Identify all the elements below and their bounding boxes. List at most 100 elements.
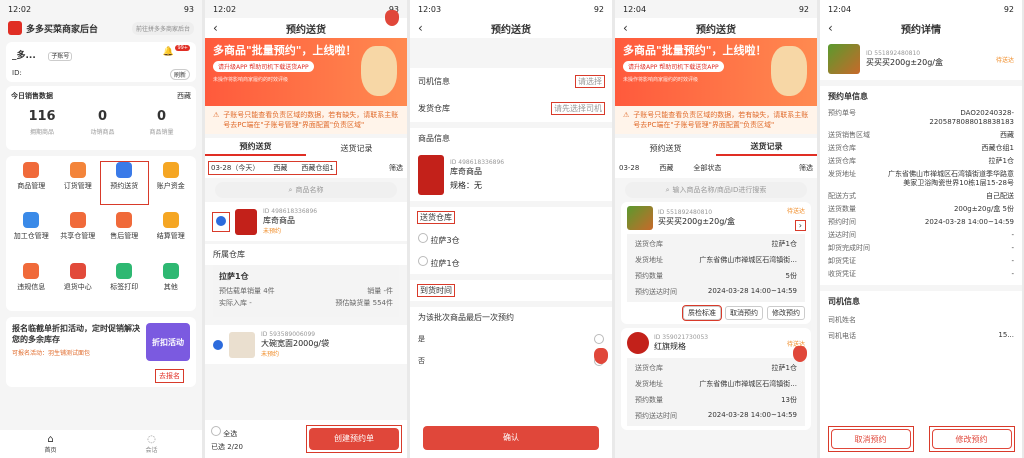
account-name: _多... (12, 51, 36, 61)
subaccount-tag: 子账号 (48, 52, 73, 61)
function-item[interactable]: 标签打印 (101, 262, 148, 305)
warehouse-option[interactable]: 拉萨3仓 (410, 228, 612, 251)
function-item[interactable]: 退货中心 (55, 262, 102, 305)
function-item[interactable]: 售后管理 (101, 212, 148, 254)
selected-count: 已选 2/20 (211, 443, 243, 451)
option-yes[interactable]: 是 (410, 328, 612, 350)
appointment-detail-screen: 12:04 92 ‹ 预约详情 ID 551892480810 买买买200g±20g… (820, 0, 1022, 458)
filter-button[interactable]: 筛选 (799, 163, 813, 173)
page-title: 预约送货 (491, 24, 531, 36)
date-filter[interactable]: 03-28（今天） (211, 163, 259, 173)
tab-records[interactable]: 送货记录 (716, 141, 817, 156)
tab-appointment[interactable]: 预约送货 (205, 141, 306, 156)
promo-title: 报名临截单折扣活动，定时促销解决您的多余库存 (12, 324, 140, 344)
status-bar: 12:04 92 (623, 4, 809, 14)
cancel-appointment-button[interactable]: 取消预约 (725, 306, 763, 320)
bell-icon[interactable]: 🔔 (163, 47, 174, 57)
order-card[interactable]: ID 551892480810 买买买200g±20g/盒 待送达 › 送货仓库 拉萨… (621, 202, 811, 324)
back-icon[interactable]: ‹ (828, 21, 833, 35)
option-no[interactable]: 否 (410, 348, 612, 372)
warehouse-option[interactable]: 拉萨1仓 (410, 251, 612, 274)
quality-standard-button[interactable]: 质检标准 (682, 305, 722, 321)
delivery-warehouse-label: 送货仓库 (417, 211, 455, 224)
function-item[interactable]: 其他 (148, 262, 195, 305)
status-bar: 12:02 93 (213, 4, 399, 14)
region-select[interactable]: 西藏 (177, 91, 191, 101)
page-title: 预约送货 (696, 24, 736, 36)
sales-title: 今日销售数据 (11, 92, 53, 100)
filter-button[interactable]: 筛选 (389, 163, 403, 173)
product-row[interactable]: ID 593589006099 大碗宽面2000g/袋 未预约 (205, 10, 407, 364)
goto-pdd-link[interactable]: 前往拼多多商家后台 (131, 21, 194, 35)
delivery-records-screen: 12:04 92 ‹ 预约送货 多商品"批量预约"，上线啦！ 请升级APP 帮助司机… (615, 0, 817, 458)
vegetable-thumbnail (828, 44, 860, 74)
search-icon: ⌕ (288, 185, 293, 194)
watermark-logo (594, 348, 608, 364)
region-filter[interactable]: 西藏 (659, 163, 673, 173)
create-appointment-button[interactable]: 创建预约单 (309, 428, 399, 450)
back-icon[interactable]: ‹ (418, 21, 423, 35)
product-row[interactable]: ID 498618336896 库奇商品 未预约 (205, 202, 407, 241)
select-all-checkbox[interactable] (211, 426, 221, 436)
function-icon (23, 212, 40, 229)
function-item[interactable]: 共享仓管理 (55, 212, 102, 254)
goods-section-title: 商品信息 (418, 134, 450, 143)
function-icon (69, 212, 86, 229)
order-card[interactable]: ID 359021730053 红旗规格 待送达 送货仓库 拉萨1仓 发货地址 广东省佛… (621, 328, 811, 430)
watermark-logo (793, 346, 807, 362)
function-icon (69, 262, 86, 279)
back-icon[interactable]: ‹ (623, 21, 628, 35)
modify-appointment-button[interactable]: 修改预约 (931, 429, 1012, 449)
status-bar: 12:03 92 (418, 4, 604, 14)
promo-banner[interactable]: 多商品"批量预约"，上线啦！ 请升级APP 帮助司机下载送货APP 未操作将影响… (205, 38, 407, 106)
info-row: 送货仓库 拉萨1仓 (828, 157, 1014, 165)
last-appointment-question: 为该批次商品最后一次预约 (418, 313, 514, 322)
info-row: 发货地址 广东省佛山市禅城区石湾镇街... (635, 256, 797, 264)
confirm-button[interactable]: 确认 (423, 426, 599, 450)
search-input[interactable]: ⌕ 商品名称 (215, 182, 397, 198)
function-item[interactable]: 加工仓管理 (8, 212, 55, 254)
function-item[interactable]: 结算管理 (148, 212, 195, 254)
function-item[interactable]: 商品管理 (8, 162, 55, 204)
warehouse-section-title: 所属仓库 (205, 244, 407, 265)
info-row: 预约数量 5份 (635, 272, 797, 280)
tab-home[interactable]: ⌂ 首页 (44, 434, 56, 454)
info-row: 送货仓库 拉萨1仓 (635, 364, 797, 372)
cancel-appointment-button[interactable]: 取消预约 (830, 429, 911, 449)
app-title: 多多买菜商家后台 (26, 24, 99, 35)
date-filter[interactable]: 03-28 (619, 164, 639, 172)
info-row: 卸货凭证 - (828, 257, 1014, 265)
refresh-button[interactable]: 刷新 (169, 69, 190, 80)
tab-records[interactable]: 送货记录 (306, 143, 407, 154)
tab-messages[interactable]: ◌ 会话 (145, 434, 157, 454)
product-checkbox[interactable] (216, 215, 226, 226)
back-icon[interactable]: ‹ (213, 21, 218, 35)
function-item[interactable]: 预约送货 (100, 160, 149, 206)
page-title: 预约详情 (901, 24, 941, 36)
product-checkbox[interactable] (213, 339, 223, 350)
search-input[interactable]: ⌕ 输入商品名称/商品ID进行搜索 (625, 182, 807, 198)
modify-appointment-button[interactable]: 修改预约 (767, 306, 805, 320)
promo-banner[interactable]: 多商品"批量预约"，上线啦！ 请升级APP 帮助司机下载送货APP 未操作将影响… (615, 38, 817, 106)
promo-signup-button[interactable]: 去报名 (155, 369, 184, 383)
function-item[interactable]: 账户资金 (148, 162, 195, 204)
page-title: 预约送货 (286, 24, 326, 36)
home-icon: ⌂ (47, 434, 54, 445)
merchant-home-screen: 12:02 93 多多买菜商家后台 前往拼多多商家后台 _多... 子账号 🔔 9… (0, 0, 202, 458)
chat-icon: ◌ (147, 434, 156, 445)
warehouse-group-filter[interactable]: 西藏仓组1 (301, 163, 333, 173)
function-item[interactable]: 订货管理 (55, 162, 102, 204)
tab-appointment[interactable]: 预约送货 (615, 143, 716, 154)
function-icon (23, 162, 40, 178)
expand-chevron-icon[interactable]: › (794, 220, 807, 231)
stat-item: 116 拥期商品 (28, 109, 56, 136)
driver-select[interactable]: 请选择 (575, 75, 605, 88)
goods-row: ID 498618336896 库奇商品 规格：无 (410, 149, 612, 201)
ship-warehouse-select[interactable]: 请先选择司机 (551, 102, 605, 115)
function-item[interactable]: 违规信息 (8, 262, 55, 305)
region-filter[interactable]: 西藏 (273, 163, 287, 173)
status-filter[interactable]: 全部状态 (693, 163, 721, 173)
driver-info-title: 司机信息 (828, 297, 860, 306)
cola-thumbnail (418, 155, 444, 195)
function-icon (116, 162, 133, 178)
